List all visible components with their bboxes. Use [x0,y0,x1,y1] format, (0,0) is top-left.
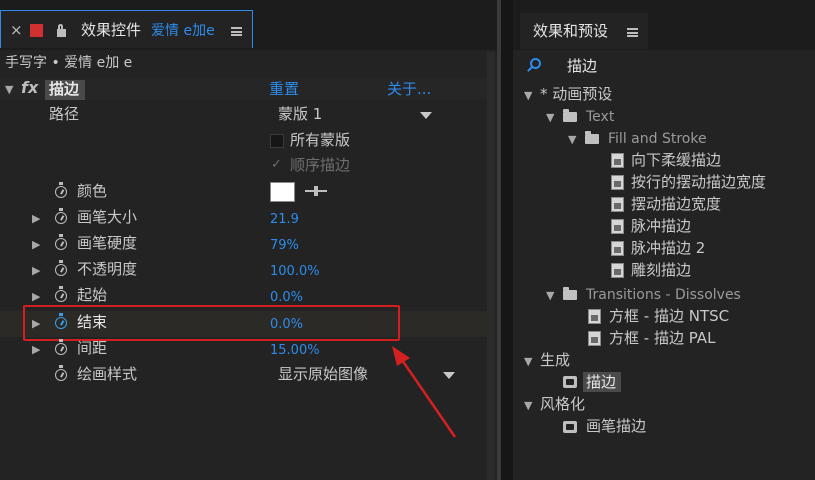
effect-icon [563,376,577,388]
preset-icon [588,331,601,346]
reset-link[interactable]: 重置 [269,82,299,97]
expand-triangle[interactable]: ▶ [32,344,40,355]
effects-presets-title[interactable]: 效果和预设 [533,24,608,39]
tree-item-preset[interactable]: 雕刻描边 [631,263,691,278]
preset-icon [611,153,624,168]
tree-item-animation-presets[interactable]: * 动画预设 [540,87,612,102]
stopwatch-icon[interactable] [55,365,67,381]
stopwatch-icon[interactable] [55,234,67,250]
tree-item-preset[interactable]: 摆动描边宽度 [631,197,721,212]
effect-expand-triangle[interactable]: ▼ [5,84,13,95]
tree-item-preset[interactable]: 方框 - 描边 PAL [609,331,715,346]
sequential-stroke-check-icon[interactable]: ✓ [271,158,282,171]
preset-icon [611,175,624,190]
highlight-box [23,305,400,341]
color-label: 颜色 [77,182,108,200]
spacing-label: 间距 [77,339,108,357]
color-label-icon[interactable] [30,24,43,37]
search-icon[interactable] [527,58,541,72]
tree-item-generate[interactable]: 生成 [540,353,570,368]
tree-item-brush-strokes[interactable]: 画笔描边 [586,419,646,434]
eyedropper-icon[interactable] [305,186,327,196]
stopwatch-icon[interactable] [55,339,67,355]
all-masks-label: 所有蒙版 [290,131,351,149]
expand-triangle[interactable]: ▶ [32,265,40,276]
preset-icon [611,263,624,278]
stopwatch-icon[interactable] [55,182,67,198]
search-input[interactable]: 描边 [567,59,597,74]
brush-size-label: 画笔大小 [77,208,138,226]
annotation-arrow [392,346,457,438]
spacing-value[interactable]: 15.00% [270,344,320,357]
chevron-down-icon[interactable] [420,112,432,119]
tree-expand-triangle[interactable]: ▼ [524,90,532,101]
effect-icon [563,421,577,433]
about-link[interactable]: 关于... [387,82,431,97]
tree-item-stroke-effect[interactable]: 描边 [586,375,616,390]
paint-style-value: 显示原始图像 [278,365,369,383]
folder-icon [563,287,577,300]
scrollbar[interactable] [487,52,495,480]
tree-item-stylize[interactable]: 风格化 [540,397,585,412]
panel-menu-icon[interactable] [231,27,242,36]
tree-item-text[interactable]: Text [586,110,614,124]
tab-title[interactable]: 效果控件 [81,23,141,38]
lock-icon[interactable] [57,24,66,37]
start-label: 起始 [77,286,108,304]
brush-size-value[interactable]: 21.9 [270,213,299,226]
tree-item-preset[interactable]: 脉冲描边 2 [631,241,705,256]
expand-triangle[interactable]: ▶ [32,239,40,250]
tree-item-preset[interactable]: 方框 - 描边 NTSC [609,309,729,324]
expand-triangle[interactable]: ▶ [32,213,40,224]
opacity-value[interactable]: 100.0% [270,265,320,278]
tree-expand-triangle[interactable]: ▼ [524,356,532,367]
folder-icon [585,131,599,144]
tab-layer-name[interactable]: 爱情 e加e [151,24,215,38]
stopwatch-icon[interactable] [55,260,67,276]
preset-icon [611,219,624,234]
close-tab-icon[interactable]: × [10,23,23,38]
folder-icon [563,109,577,122]
tree-expand-triangle[interactable]: ▼ [546,290,554,301]
expand-triangle[interactable]: ▶ [32,291,40,302]
tree-item-preset[interactable]: 按行的摆动描边宽度 [631,175,766,190]
effect-name[interactable]: 描边 [49,82,79,97]
preset-icon [588,309,601,324]
tree-item-transitions[interactable]: Transitions - Dissolves [586,288,741,302]
breadcrumb: 手写字 • 爱情 e加 e [5,55,133,71]
path-dropdown-value: 蒙版 1 [278,105,323,123]
opacity-label: 不透明度 [77,260,138,278]
color-swatch[interactable] [270,182,295,202]
all-masks-checkbox[interactable] [270,134,284,148]
tree-item-preset[interactable]: 向下柔缓描边 [631,153,721,168]
panel-menu-icon[interactable] [627,28,638,37]
path-label: 路径 [49,105,80,123]
panel-divider[interactable] [501,0,513,480]
stopwatch-icon[interactable] [55,286,67,302]
stopwatch-icon[interactable] [55,208,67,224]
tree-item-fill-and-stroke[interactable]: Fill and Stroke [608,132,707,146]
search-bar [513,52,815,82]
brush-hardness-label: 画笔硬度 [77,234,138,252]
tree-expand-triangle[interactable]: ▼ [524,400,532,411]
preset-icon [611,197,624,212]
tree-expand-triangle[interactable]: ▼ [546,112,554,123]
tree-expand-triangle[interactable]: ▼ [568,134,576,145]
brush-hardness-value[interactable]: 79% [270,239,299,252]
fx-toggle-icon[interactable]: fx [21,80,38,96]
sequential-stroke-label: 顺序描边 [290,156,351,174]
tree-item-preset[interactable]: 脉冲描边 [631,219,691,234]
paint-style-label: 绘画样式 [77,365,138,383]
preset-icon [611,241,624,256]
start-value[interactable]: 0.0% [270,291,303,304]
